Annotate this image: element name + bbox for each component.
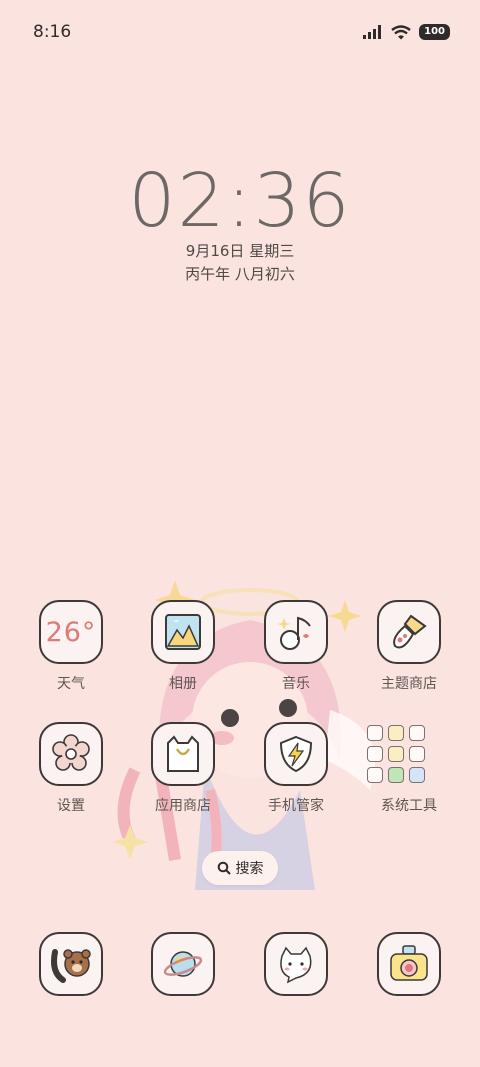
app-label-app-store: 应用商店 <box>155 798 211 814</box>
settings-icon[interactable] <box>39 722 103 786</box>
search-icon <box>217 861 231 875</box>
search-label: 搜索 <box>235 861 264 877</box>
gallery-icon[interactable] <box>151 600 215 664</box>
app-label-security: 手机管家 <box>268 798 324 814</box>
dock-messages[interactable] <box>251 932 341 996</box>
clock-time[interactable]: 02:36 <box>0 158 480 244</box>
date-text: 9月16日 星期三 <box>185 242 295 260</box>
folder-mini-icon <box>409 725 425 741</box>
shield-lightning-icon <box>279 735 313 773</box>
music-note-icon <box>277 616 311 650</box>
folder-mini-icon <box>367 767 383 783</box>
flower-gear-icon <box>52 734 90 771</box>
dock-phone[interactable] <box>26 932 116 996</box>
picture-frame-icon <box>165 614 201 650</box>
bear-phone-graphic <box>51 949 91 983</box>
dock-camera[interactable] <box>364 932 454 996</box>
cat-message-icon[interactable] <box>264 932 328 996</box>
app-label-gallery: 相册 <box>169 676 197 692</box>
folder-mini-icon <box>367 725 383 741</box>
battery-indicator: 100 <box>419 24 450 40</box>
app-security[interactable]: 手机管家 <box>251 722 341 815</box>
lunar-date-text: 丙午年 八月初六 <box>185 265 295 283</box>
app-label-music: 音乐 <box>282 676 310 692</box>
app-store[interactable]: 应用商店 <box>138 722 228 815</box>
search-button[interactable]: 搜索 <box>202 851 278 885</box>
app-music[interactable]: 音乐 <box>251 600 341 693</box>
camera-icon[interactable] <box>377 932 441 996</box>
cat-graphic <box>280 946 312 984</box>
folder-mini-icon <box>388 725 404 741</box>
app-label-weather: 天气 <box>57 676 85 692</box>
app-settings[interactable]: 设置 <box>26 722 116 815</box>
music-icon[interactable] <box>264 600 328 664</box>
phone-bear-icon[interactable] <box>39 932 103 996</box>
app-themes[interactable]: 主题商店 <box>364 600 454 693</box>
status-icons: 100 <box>363 24 450 40</box>
themes-icon[interactable] <box>377 600 441 664</box>
folder-mini-icon <box>409 746 425 762</box>
app-store-icon[interactable] <box>151 722 215 786</box>
wifi-icon <box>391 24 411 39</box>
folder-label-system-tools: 系统工具 <box>381 798 437 814</box>
folder-system-tools[interactable]: 系统工具 <box>364 722 454 815</box>
dock-browser[interactable] <box>138 932 228 996</box>
planet-graphic <box>163 951 203 977</box>
folder-icon-grid[interactable] <box>364 722 428 786</box>
status-bar: 8:16 100 <box>0 0 480 66</box>
folder-mini-icon <box>388 746 404 762</box>
planet-icon[interactable] <box>151 932 215 996</box>
status-time: 8:16 <box>33 22 72 42</box>
weather-icon[interactable]: 26° <box>39 600 103 664</box>
camera-graphic <box>390 945 428 981</box>
folder-mini-icon <box>367 746 383 762</box>
app-gallery[interactable]: 相册 <box>138 600 228 693</box>
signal-icon <box>363 25 382 39</box>
shopping-bag-icon <box>167 735 199 772</box>
app-label-themes: 主题商店 <box>381 676 437 692</box>
paint-brush-icon <box>393 614 427 649</box>
app-label-settings: 设置 <box>57 798 85 814</box>
weather-temperature: 26° <box>45 616 97 648</box>
folder-mini-icon <box>388 767 404 783</box>
app-weather[interactable]: 26° 天气 <box>26 600 116 693</box>
security-icon[interactable] <box>264 722 328 786</box>
folder-mini-icon <box>409 767 425 783</box>
